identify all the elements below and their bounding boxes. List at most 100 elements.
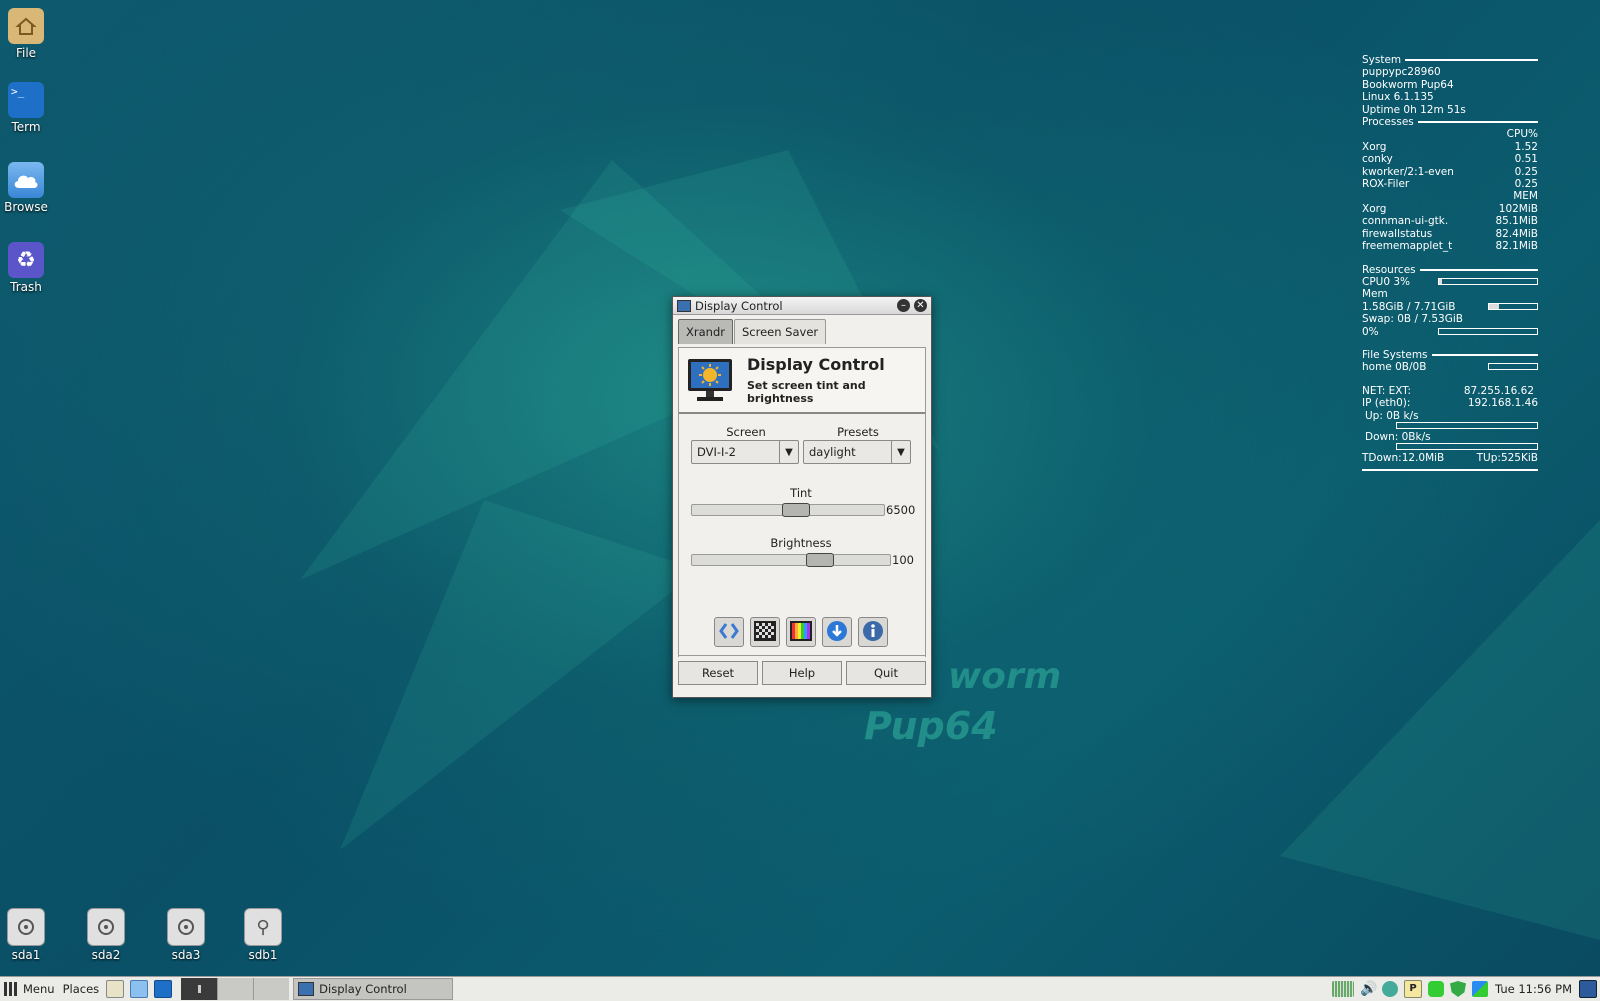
uptime: Uptime 0h 12m 51s [1362,103,1466,116]
distro: Bookworm Pup64 [1362,78,1454,91]
total-up: TUp:525KiB [1476,452,1538,465]
info-button[interactable] [858,617,888,647]
tint-label: Tint [790,486,812,500]
ip-row: IP (eth0): 192.168.1.46 [1362,397,1538,409]
pattern-button[interactable] [750,617,780,647]
settings-icon[interactable] [1579,980,1597,998]
colorbars-button[interactable] [786,617,816,647]
color-bars-icon [790,620,812,644]
minimize-button[interactable]: – [897,299,910,312]
tint-value: 6500 [886,503,916,517]
file-manager-icon[interactable] [106,980,125,998]
volume-icon[interactable]: 🔊 [1360,981,1377,997]
desktop-icon-file[interactable]: File [0,8,56,60]
presets-select-value: daylight [809,445,856,459]
home-fs: home 0B/0B [1362,361,1427,374]
network-graph-icon[interactable] [1332,981,1355,997]
process-name: firewallstatus [1362,227,1433,240]
process-row: Xorg 102MiB [1362,203,1538,215]
screen-select-value: DVI-I-2 [697,445,736,459]
terminal-icon[interactable] [154,980,173,998]
process-name: kworker/2:1-even [1362,165,1454,178]
process-row: firewallstatus 82.4MiB [1362,228,1538,240]
arrows-icon [718,621,740,644]
panel-subtitle: Set screen tint and brightness [747,379,866,405]
task-label: Display Control [319,982,407,996]
drive-icon-sda3[interactable]: sda3 [156,908,216,962]
xrandr-panel: Display Control Set screen tint and brig… [678,347,926,657]
home-folder-icon [8,8,44,44]
drive-icon-sda2[interactable]: sda2 [76,908,136,962]
hard-drive-icon [167,908,205,946]
arrows-button[interactable] [714,617,744,647]
process-row: connman-ui-gtk. 85.1MiB [1362,215,1538,227]
storage-icon[interactable] [1428,981,1445,997]
section-processes: Processes [1362,116,1538,128]
hostname: puppypc28960 [1362,66,1441,79]
menu-button[interactable]: Menu [0,978,59,1000]
task-display-control[interactable]: Display Control [293,978,454,1000]
desktop-icon-label: Browse [4,200,48,214]
chevron-down-icon: ▼ [779,441,798,463]
places-label: Places [62,982,100,996]
network-icon[interactable] [1382,981,1399,997]
process-row: kworker/2:1-even 0.25 [1362,166,1538,178]
brightness-slider-handle[interactable] [805,553,834,567]
quit-button[interactable]: Quit [846,661,926,685]
desktop-icon-label: File [15,46,37,60]
mem-row: 1.58GiB / 7.71GiB [1362,301,1538,313]
workspace-2[interactable] [217,978,254,1000]
process-value: 85.1MiB [1495,215,1538,228]
totals-row: TDown:12.0MiB TUp:525KiB [1362,452,1538,464]
panel-header: Display Control Set screen tint and brig… [679,348,925,414]
screen-label: Screen [726,425,766,439]
screen-select[interactable]: DVI-I-2 ▼ [691,440,799,464]
firewall-shield-icon[interactable] [1450,981,1467,997]
window-titlebar[interactable]: Display Control – ✕ [673,297,931,315]
presets-select[interactable]: daylight ▼ [803,440,911,464]
desktop-icon-term[interactable]: >_ Term [0,82,56,134]
process-value: 1.52 [1514,140,1538,153]
desktop-icon-browse[interactable]: Browse [0,162,56,214]
tab-xrandr[interactable]: Xrandr [678,319,733,344]
mem-header-row: MEM [1362,190,1538,202]
tint-slider-handle[interactable] [782,503,811,517]
net-down: Down: 0Bk/s [1365,430,1431,443]
tint-slider[interactable] [691,503,885,517]
home-fs-row: home 0B/0B [1362,361,1538,373]
cpu0-row: CPU0 3% [1362,276,1538,288]
terminal-icon: >_ [8,82,44,118]
tab-screen-saver[interactable]: Screen Saver [733,319,827,344]
help-button[interactable]: Help [762,661,842,685]
workspace-1[interactable] [181,978,218,1000]
p-applet-icon[interactable]: P [1404,980,1423,998]
drive-label: sda2 [91,948,121,962]
tab-bar: Xrandr Screen Saver [673,315,931,344]
drive-icon-sda1[interactable]: sda1 [0,908,56,962]
swap-bar [1438,327,1538,335]
presets-label: Presets [837,425,879,439]
wallpaper-text: Pup64 [864,704,998,748]
cpu0-bar [1438,277,1538,285]
download-button[interactable] [822,617,852,647]
net-ext-ip: 87.255.16.62 [1463,384,1534,397]
browser-cloud-icon[interactable] [130,980,149,998]
desktop-icon-trash[interactable]: ♻ Trash [0,242,56,294]
places-button[interactable]: Places [59,978,104,1000]
workspace-3[interactable] [253,978,290,1000]
grid-icon [4,982,18,996]
clock[interactable]: Tue 11:56 PM [1491,978,1576,1000]
wallpaper-shape [1280,520,1600,940]
reset-button[interactable]: Reset [678,661,758,685]
brightness-slider[interactable] [691,553,891,567]
monitor-sun-icon [687,358,733,402]
desktop-icon-label: Term [11,120,41,134]
process-name: Xorg [1362,140,1387,153]
close-button[interactable]: ✕ [914,299,927,312]
drive-label: sda3 [171,948,201,962]
drive-icon-sdb1[interactable]: ⚲ sdb1 [233,908,293,962]
connman-icon[interactable] [1472,981,1489,997]
drive-label: sda1 [11,948,41,962]
cpu-header: CPU% [1506,128,1538,141]
window-app-icon [677,299,691,312]
